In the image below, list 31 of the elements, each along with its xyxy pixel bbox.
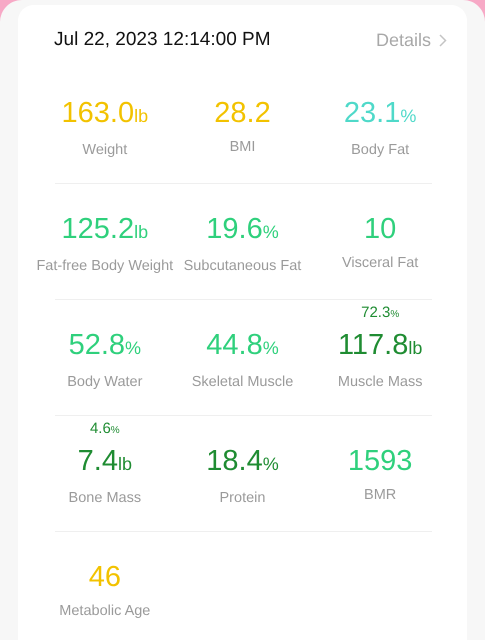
metric-value: 52.8% (68, 328, 142, 363)
metric-label: Metabolic Age (59, 602, 150, 620)
metric-value: 19.6% (206, 212, 279, 247)
metric-value: 10 (364, 212, 396, 246)
metric-value: 163.0lb (62, 96, 148, 131)
metric-value: 46 (88, 560, 121, 594)
secondary-value: 72.3% (361, 305, 400, 323)
metric-label: Fat-free Body Weight (36, 257, 174, 275)
metric-label: Skeletal Muscle (192, 373, 294, 391)
metric-label: Body Water (67, 373, 142, 391)
metric-value: 7.4lb (78, 444, 132, 479)
metric-label: Protein (220, 489, 266, 507)
metric-label: BMR (364, 486, 396, 504)
chevron-right-icon (439, 34, 447, 46)
metric-value: 1593 (348, 444, 412, 478)
measurement-date: Jul 22, 2023 12:14:00 PM (54, 29, 272, 51)
metric-value: 44.8% (206, 328, 279, 363)
secondary-value: 4.6% (90, 421, 120, 439)
metric-label: Visceral Fat (342, 254, 418, 272)
metric-value: 28.2 (214, 96, 271, 130)
metric-label: Weight (82, 141, 128, 159)
metric-label: Body Fat (351, 141, 410, 159)
metric-label: BMI (230, 138, 256, 156)
details-link[interactable]: Details (376, 30, 431, 50)
metric-label: Bone Mass (68, 489, 142, 507)
metric-label: Muscle Mass (338, 373, 422, 391)
metric-value: 18.4% (206, 444, 279, 479)
metric-value: 117.8lb (338, 328, 422, 363)
metric-value: 23.1% (344, 96, 416, 131)
metric-label: Subcutaneous Fat (184, 257, 302, 275)
metric-value: 125.2lb (62, 212, 148, 247)
